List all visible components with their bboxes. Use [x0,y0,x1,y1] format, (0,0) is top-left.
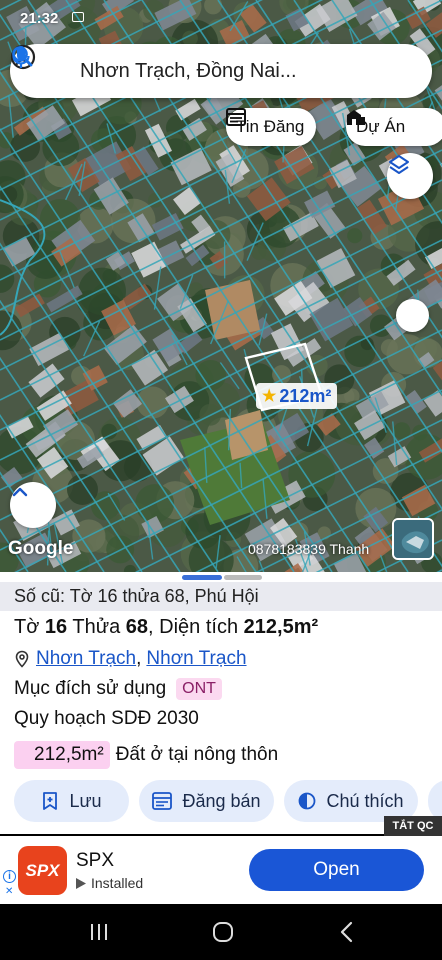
building-icon [347,110,365,125]
parcel-area-label[interactable]: ★ 212m² [256,383,338,409]
status-time: 21:32 [20,10,59,27]
planning-text[interactable]: Quy hoạch SDĐ 2030 [14,708,199,730]
to-value: 16 [44,616,68,638]
sheet-handle[interactable] [224,575,262,580]
purpose-row: Mục đích sử dụng ONT [14,678,222,700]
location-pin-icon [15,650,29,668]
du-an-button[interactable]: Dự Án [346,108,442,146]
listing-icon [152,792,173,810]
tree-canopy [347,228,363,244]
purpose-code-badge[interactable]: ONT [176,678,222,700]
search-bar[interactable]: Nhơn Trạch, Đồng Nai... [10,44,432,98]
tree-canopy [101,423,118,440]
ad-install-status: Installed [76,875,143,891]
thua-label: Thửa [72,616,121,638]
back-chevron-icon [340,921,353,943]
play-store-icon [76,877,86,889]
sell-label: Đăng bán [182,790,261,811]
save-button[interactable]: Lưu [14,780,129,822]
minimap-thumbnail[interactable] [392,518,434,560]
recent-apps-button[interactable] [87,920,111,944]
contrast-icon [299,792,316,810]
home-button[interactable] [211,920,235,944]
map-attribution: 0878183839 Thanh [248,541,370,557]
tin-dang-label: Tin Đăng [236,117,305,136]
listing-icon [226,108,246,126]
sell-button[interactable]: Đăng bán [139,780,274,822]
parcel-info-sheet[interactable]: Số cũ: Tờ 16 thửa 68, Phú Hội Tờ 16 Thửa… [0,572,442,834]
spx-logo: SPX [18,846,67,895]
old-parcel-info: Số cũ: Tờ 16 thửa 68, Phú Hội [0,582,442,611]
account-icon[interactable] [10,44,60,84]
ad-status-label: Installed [91,875,144,891]
home-icon [213,922,233,942]
area-text: , Diện tích [148,616,239,638]
location-row: Nhơn Trạch , Nhơn Trạch [14,648,247,670]
microphone-icon[interactable] [12,46,416,84]
expand-up-button[interactable] [10,482,56,528]
sheet-handle-active[interactable] [182,575,222,580]
ad-info-icon[interactable]: i [3,870,16,883]
land-type-label: Đất ở tại nông thôn [115,744,279,765]
search-icon[interactable] [12,46,374,84]
legend-label: Chú thích [326,790,404,811]
save-label: Lưu [69,790,102,811]
gallery-status-icon [72,12,84,22]
thua-value: 68 [125,616,149,638]
to-label: Tờ [14,616,40,638]
location-separator: , [136,648,142,669]
bare-soil [205,280,260,340]
open-app-button[interactable]: Open [249,849,424,891]
recent-apps-icon [91,924,107,940]
land-use-row: 212,5m² Đất ở tại nông thôn [14,741,278,769]
ad-close-icon[interactable]: ✕ [5,886,13,897]
area-value: 212,5m² [243,616,319,638]
parcel-title: Tờ 16 Thửa 68, Diện tích 212,5m² [14,616,318,639]
ad-banner[interactable]: i ✕ SPX SPX Installed Open [0,836,442,904]
district-link[interactable]: Nhơn Trạch [36,648,136,670]
ad-app-name: SPX [76,850,115,871]
map-view[interactable]: 21:32 Nhơn Trạch, Đồng Nai... Tin Đăng D… [0,0,442,572]
compass-button[interactable] [396,299,429,332]
close-ad-button[interactable]: TẮT QC [384,816,442,836]
system-nav-bar [0,904,442,960]
star-icon: ★ [262,388,277,405]
back-button[interactable] [335,920,359,944]
parcel-area-value: 212m² [279,385,332,406]
search-input[interactable]: Nhơn Trạch, Đồng Nai... [80,60,348,83]
add-bookmark-icon [43,792,58,810]
land-area-pill: 212,5m² [14,741,110,769]
ward-link[interactable]: Nhơn Trạch [146,648,246,670]
action-buttons: Lưu Đăng bán Chú thích [14,780,442,822]
layers-icon [389,155,409,174]
chevron-up-icon [12,487,28,497]
layers-button[interactable] [387,153,433,199]
tin-dang-button[interactable]: Tin Đăng [226,108,317,146]
google-logo: Google [8,538,74,559]
purpose-label: Mục đích sử dụng [14,678,167,699]
